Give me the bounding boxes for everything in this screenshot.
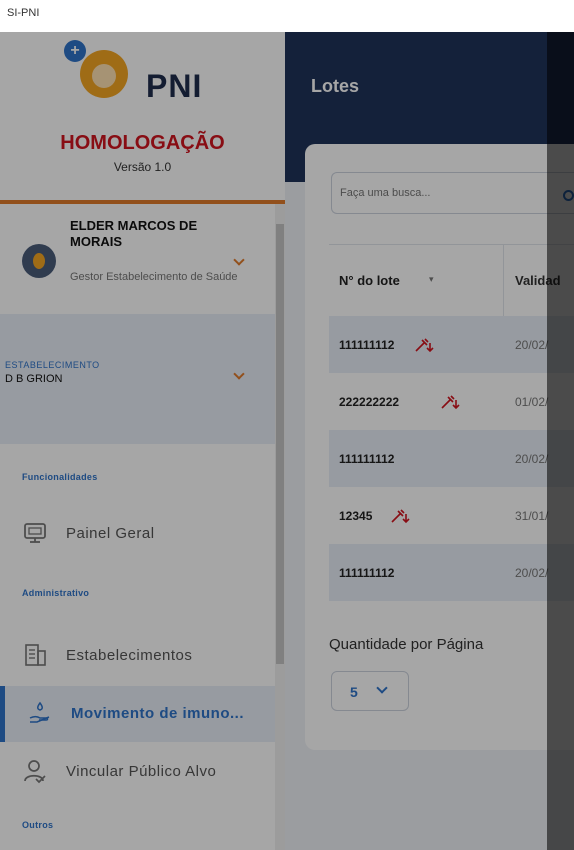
window-title: SI-PNI [0, 0, 574, 32]
modal-backdrop[interactable] [0, 32, 574, 850]
app: + PNI HOMOLOGAÇÃO Versão 1.0 ELDER MARCO… [0, 32, 574, 850]
modal-backdrop-edge[interactable] [547, 32, 574, 850]
